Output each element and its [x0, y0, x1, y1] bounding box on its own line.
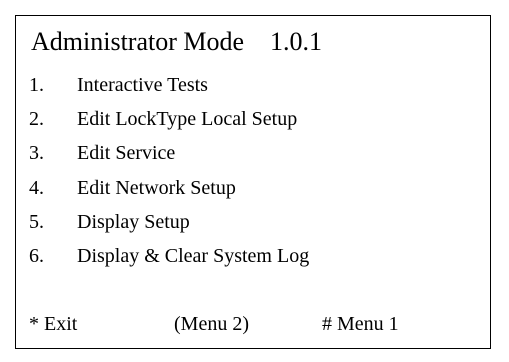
- menu-item-number: 3.: [29, 142, 44, 165]
- menu-item-label: Edit Service: [77, 142, 176, 165]
- screen-title: Administrator Mode 1.0.1: [31, 27, 322, 57]
- version-text: 1.0.1: [270, 27, 323, 56]
- admin-menu-screen: Administrator Mode 1.0.1 1. Interactive T…: [15, 15, 491, 349]
- menu-item-interactive-tests[interactable]: 1. Interactive Tests: [29, 73, 309, 107]
- menu-item-label: Display & Clear System Log: [77, 244, 310, 267]
- menu-list: 1. Interactive Tests 2. Edit LockType Loca…: [29, 73, 309, 278]
- menu-item-label: Interactive Tests: [77, 74, 208, 96]
- menu1-softkey[interactable]: # Menu 1: [322, 312, 399, 336]
- menu-item-display-clear-system-log[interactable]: 6. Display & Clear System Log: [29, 244, 309, 278]
- menu-item-edit-network-setup[interactable]: 4. Edit Network Setup: [29, 176, 309, 210]
- exit-softkey[interactable]: * Exit: [29, 312, 77, 336]
- menu-item-label: Edit Network Setup: [77, 176, 236, 199]
- menu-item-label: Edit LockType Local Setup: [77, 108, 298, 131]
- menu-item-number: 1.: [29, 74, 44, 96]
- title-text: Administrator Mode: [31, 27, 245, 56]
- menu2-softkey[interactable]: (Menu 2): [174, 312, 249, 336]
- menu-item-edit-locktype-local-setup[interactable]: 2. Edit LockType Local Setup: [29, 107, 309, 141]
- menu-item-display-setup[interactable]: 5. Display Setup: [29, 210, 309, 244]
- menu-item-edit-service[interactable]: 3. Edit Service: [29, 141, 309, 175]
- menu-item-number: 5.: [29, 210, 44, 233]
- menu-item-number: 2.: [29, 108, 44, 131]
- menu-item-number: 6.: [29, 244, 44, 267]
- menu-item-number: 4.: [29, 176, 44, 199]
- menu-item-label: Display Setup: [77, 210, 190, 233]
